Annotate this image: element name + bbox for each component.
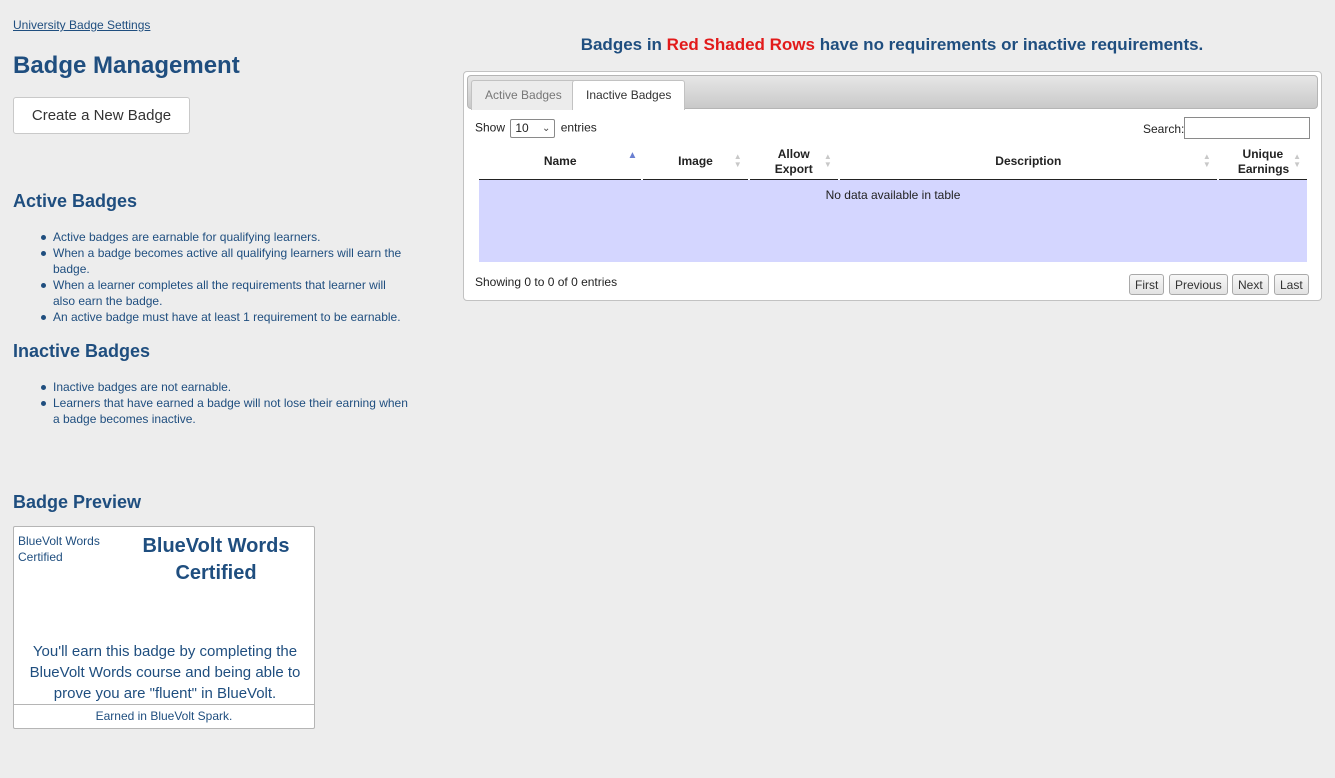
page-size-control: Show 10 ⌄ entries [475,119,597,138]
table-row: No data available in table [479,180,1307,262]
pager-first-button[interactable]: First [1129,274,1165,295]
entries-label: entries [560,120,597,135]
list-item: Active badges are earnable for qualifyin… [41,229,411,245]
list-item: Inactive badges are not earnable. [41,379,411,395]
badges-panel: Active Badges Inactive Badges Show 10 ⌄ e… [463,71,1322,301]
notice-suffix: have no requirements or inactive require… [814,35,1204,54]
tab-bar: Active Badges Inactive Badges [467,75,1318,110]
badge-preview-card: BlueVolt Words Certified BlueVolt Words … [13,526,315,729]
notice-prefix: Badges in [580,35,667,54]
active-badges-notes: Active badges are earnable for qualifyin… [41,229,411,325]
column-header-description[interactable]: Description ▲ ▼ [839,144,1217,180]
badge-preview-footer: Earned in BlueVolt Spark. [14,704,314,728]
show-label: Show [475,120,506,135]
sort-both-icon: ▲ ▼ [1293,152,1301,169]
tab-inactive-badges[interactable]: Inactive Badges [572,80,686,110]
page-size-select[interactable]: 10 ⌄ [510,119,556,138]
sort-asc-icon: ▲ [627,150,638,161]
page-title: Badge Management [13,52,240,79]
search-label: Search: [1143,122,1185,136]
badge-image-alt-text: BlueVolt Words Certified [18,534,100,564]
breadcrumb[interactable]: University Badge Settings [13,18,150,32]
column-header-image[interactable]: Image ▲ ▼ [643,144,748,180]
sort-both-icon: ▲ ▼ [733,152,742,169]
chevron-down-icon: ⌄ [541,123,551,134]
page-size-value: 10 [515,121,529,135]
list-item: When a learner completes all the require… [41,277,411,309]
notice-highlight: Red Shaded Rows [666,35,815,54]
pager-previous-button[interactable]: Previous [1169,274,1228,295]
list-item: When a badge becomes active all qualifyi… [41,245,411,277]
table-info: Showing 0 to 0 of 0 entries [475,275,618,289]
empty-table-message: No data available in table [479,180,1307,262]
column-header-allow-export[interactable]: Allow Export ▲ ▼ [749,144,838,180]
column-header-unique-earnings[interactable]: Unique Earnings ▲ ▼ [1218,144,1307,180]
badge-preview-heading: Badge Preview [13,492,142,512]
red-rows-notice: Badges in Red Shaded Rows have no requir… [463,35,1321,55]
pager-next-button[interactable]: Next [1232,274,1269,295]
tab-active-badges[interactable]: Active Badges [471,80,576,110]
pager-last-button[interactable]: Last [1274,274,1309,295]
active-badges-heading: Active Badges [13,191,138,211]
sort-both-icon: ▲ ▼ [823,152,832,169]
column-header-name[interactable]: Name ▲ [479,144,642,180]
badge-preview-title: BlueVolt Words Certified [142,535,290,584]
badges-table: Name ▲ Image ▲ ▼ Allow Export ▲ ▼ Description… [477,144,1309,262]
sort-both-icon: ▲ ▼ [1202,152,1211,169]
badge-preview-description: You'll earn this badge by completing the… [29,643,301,702]
list-item: Learners that have earned a badge will n… [41,395,411,427]
inactive-badges-heading: Inactive Badges [13,341,151,361]
create-badge-button[interactable]: Create a New Badge [13,97,190,134]
inactive-badges-notes: Inactive badges are not earnable. Learne… [41,379,411,427]
search-input[interactable] [1184,117,1310,139]
list-item: An active badge must have at least 1 req… [41,309,411,325]
